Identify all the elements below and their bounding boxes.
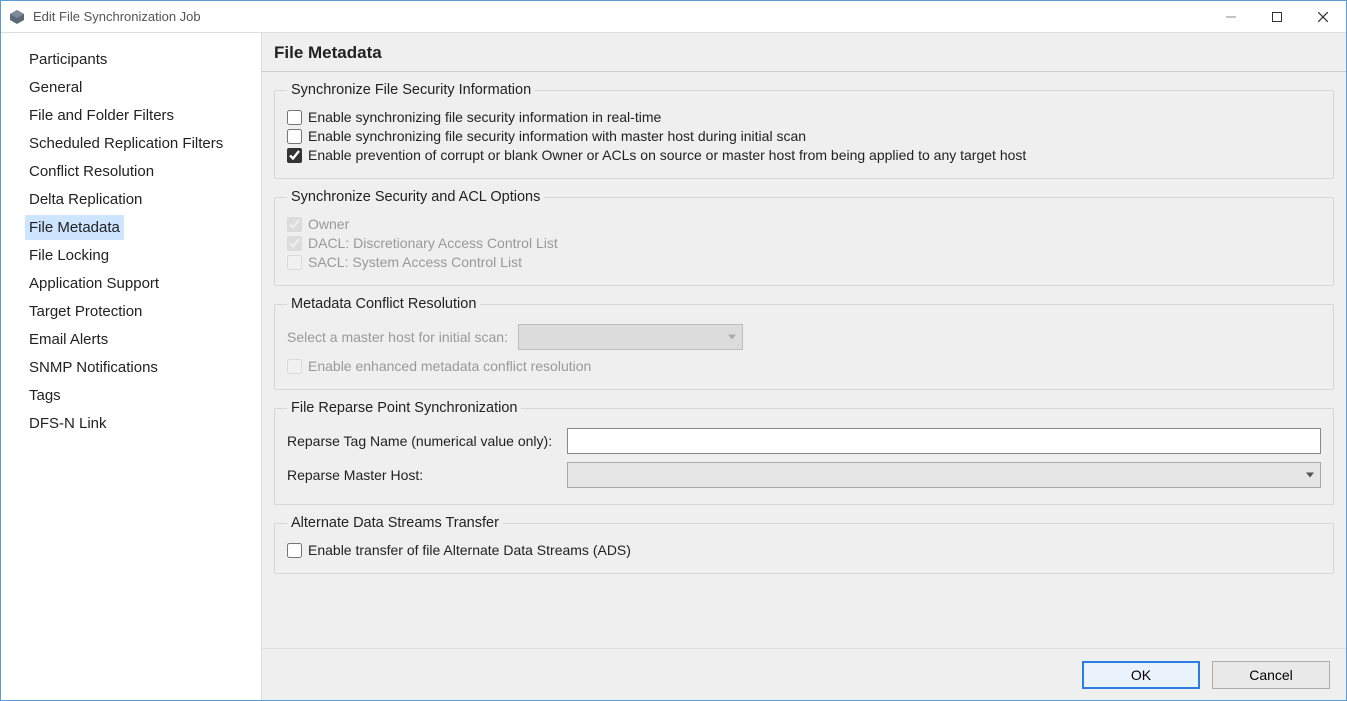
sidebar-item-delta-replication[interactable]: Delta Replication bbox=[25, 187, 146, 212]
group-ads: Alternate Data Streams Transfer Enable t… bbox=[274, 515, 1334, 574]
reparse-host-select[interactable] bbox=[567, 462, 1321, 488]
checkbox-owner-input bbox=[287, 217, 302, 232]
titlebar: Edit File Synchronization Job bbox=[1, 1, 1346, 33]
checkbox-sync-prev-input[interactable] bbox=[287, 148, 302, 163]
sidebar-item-dfsn-link[interactable]: DFS-N Link bbox=[25, 411, 111, 436]
sidebar-item-snmp-notifications[interactable]: SNMP Notifications bbox=[25, 355, 162, 380]
reparse-tag-label: Reparse Tag Name (numerical value only): bbox=[287, 433, 567, 449]
sidebar-item-general[interactable]: General bbox=[25, 75, 86, 100]
group-acl: Synchronize Security and ACL Options Own… bbox=[274, 189, 1334, 286]
checkbox-sync-rt-label: Enable synchronizing file security infor… bbox=[308, 109, 661, 125]
group-mcr: Metadata Conflict Resolution Select a ma… bbox=[274, 296, 1334, 390]
checkbox-sync-rt[interactable]: Enable synchronizing file security infor… bbox=[287, 109, 1321, 125]
checkbox-sync-init-label: Enable synchronizing file security infor… bbox=[308, 128, 806, 144]
checkbox-sync-init[interactable]: Enable synchronizing file security infor… bbox=[287, 128, 1321, 144]
checkbox-sacl: SACL: System Access Control List bbox=[287, 254, 1321, 270]
mcr-master-select bbox=[518, 324, 743, 350]
checkbox-dacl-label: DACL: Discretionary Access Control List bbox=[308, 235, 558, 251]
page-title: File Metadata bbox=[262, 33, 1346, 72]
group-sync-security: Synchronize File Security Information En… bbox=[274, 82, 1334, 179]
window-controls bbox=[1208, 1, 1346, 33]
checkbox-mcr-enhanced-label: Enable enhanced metadata conflict resolu… bbox=[308, 358, 591, 374]
checkbox-sacl-label: SACL: System Access Control List bbox=[308, 254, 522, 270]
app-icon bbox=[9, 9, 25, 25]
checkbox-sync-rt-input[interactable] bbox=[287, 110, 302, 125]
ok-button[interactable]: OK bbox=[1082, 661, 1200, 689]
checkbox-ads-enable-input[interactable] bbox=[287, 543, 302, 558]
checkbox-dacl: DACL: Discretionary Access Control List bbox=[287, 235, 1321, 251]
checkbox-mcr-enhanced: Enable enhanced metadata conflict resolu… bbox=[287, 358, 1321, 374]
cancel-button[interactable]: Cancel bbox=[1212, 661, 1330, 689]
close-button[interactable] bbox=[1300, 1, 1346, 33]
sidebar-item-file-locking[interactable]: File Locking bbox=[25, 243, 113, 268]
sidebar-item-participants[interactable]: Participants bbox=[25, 47, 111, 72]
sidebar-item-file-metadata[interactable]: File Metadata bbox=[25, 215, 124, 240]
checkbox-sync-init-input[interactable] bbox=[287, 129, 302, 144]
sidebar-item-target-protection[interactable]: Target Protection bbox=[25, 299, 146, 324]
sidebar-item-scheduled-replication-filters[interactable]: Scheduled Replication Filters bbox=[25, 131, 227, 156]
group-acl-legend: Synchronize Security and ACL Options bbox=[287, 189, 544, 205]
checkbox-ads-enable[interactable]: Enable transfer of file Alternate Data S… bbox=[287, 542, 1321, 558]
button-bar: OK Cancel bbox=[262, 648, 1346, 700]
minimize-button[interactable] bbox=[1208, 1, 1254, 33]
checkbox-owner-label: Owner bbox=[308, 216, 349, 232]
mcr-master-label: Select a master host for initial scan: bbox=[287, 329, 508, 345]
maximize-button[interactable] bbox=[1254, 1, 1300, 33]
checkbox-sync-prev-label: Enable prevention of corrupt or blank Ow… bbox=[308, 147, 1026, 163]
sidebar-item-email-alerts[interactable]: Email Alerts bbox=[25, 327, 112, 352]
chevron-down-icon bbox=[728, 335, 736, 340]
window-title: Edit File Synchronization Job bbox=[33, 9, 201, 24]
sidebar-item-tags[interactable]: Tags bbox=[25, 383, 65, 408]
checkbox-ads-enable-label: Enable transfer of file Alternate Data S… bbox=[308, 542, 631, 558]
sidebar-item-file-folder-filters[interactable]: File and Folder Filters bbox=[25, 103, 178, 128]
checkbox-sync-prev[interactable]: Enable prevention of corrupt or blank Ow… bbox=[287, 147, 1321, 163]
sidebar: Participants General File and Folder Fil… bbox=[1, 33, 261, 700]
content-area: Synchronize File Security Information En… bbox=[262, 72, 1346, 648]
reparse-host-label: Reparse Master Host: bbox=[287, 467, 567, 483]
group-mcr-legend: Metadata Conflict Resolution bbox=[287, 296, 480, 312]
group-reparse: File Reparse Point Synchronization Repar… bbox=[274, 400, 1334, 505]
group-reparse-legend: File Reparse Point Synchronization bbox=[287, 400, 521, 416]
reparse-tag-input[interactable] bbox=[567, 428, 1321, 454]
checkbox-owner: Owner bbox=[287, 216, 1321, 232]
checkbox-mcr-enhanced-input bbox=[287, 359, 302, 374]
checkbox-dacl-input bbox=[287, 236, 302, 251]
sidebar-item-conflict-resolution[interactable]: Conflict Resolution bbox=[25, 159, 158, 184]
sidebar-item-application-support[interactable]: Application Support bbox=[25, 271, 163, 296]
checkbox-sacl-input bbox=[287, 255, 302, 270]
group-sync-security-legend: Synchronize File Security Information bbox=[287, 82, 535, 98]
main-panel: File Metadata Synchronize File Security … bbox=[261, 33, 1346, 700]
chevron-down-icon bbox=[1306, 473, 1314, 478]
group-ads-legend: Alternate Data Streams Transfer bbox=[287, 515, 503, 531]
